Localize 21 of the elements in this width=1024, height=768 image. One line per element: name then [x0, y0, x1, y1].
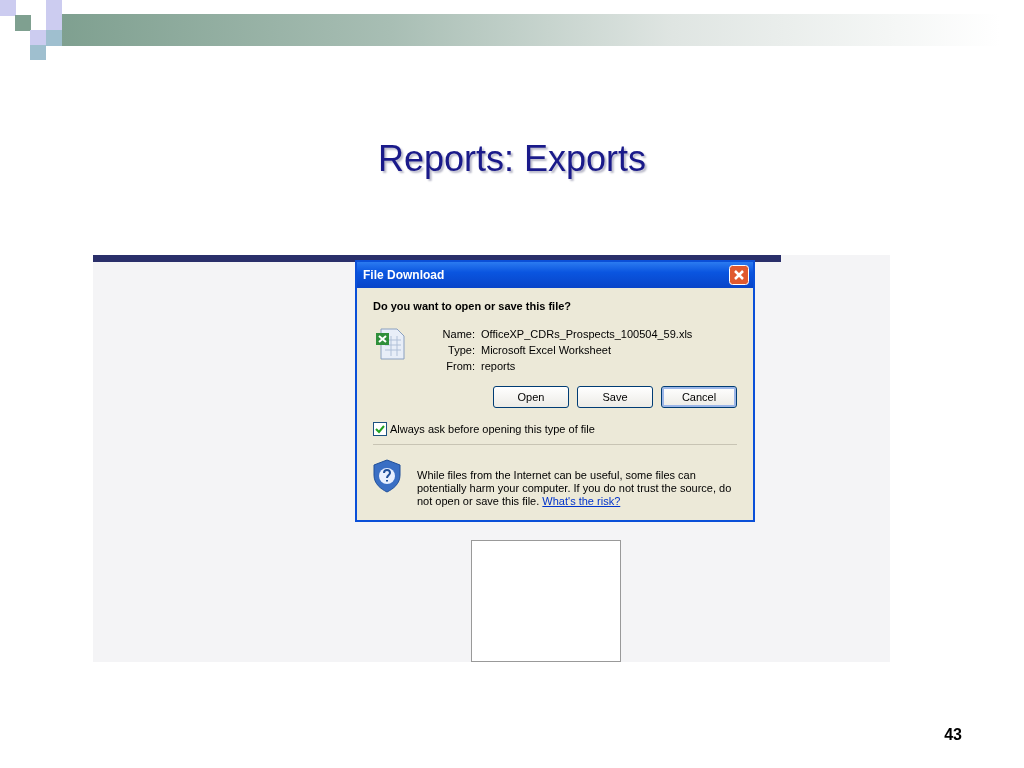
field-label: Name:	[441, 328, 475, 340]
checkbox-label: Always ask before opening this type of file	[390, 423, 595, 435]
page-number: 43	[944, 726, 962, 744]
risk-link[interactable]: What's the risk?	[542, 495, 621, 507]
field-label: Type:	[447, 344, 475, 356]
dialog-button[interactable]: Cancel	[661, 386, 737, 408]
dialog-button[interactable]: Open	[493, 386, 569, 408]
field-label: From:	[445, 360, 475, 372]
slide-title: Reports: Exports	[376, 138, 648, 180]
checker-decoration-icon	[0, 0, 62, 60]
dialog-question: Do you want to open or save this file?	[373, 300, 573, 312]
shield-question-icon	[373, 459, 401, 493]
checkbox[interactable]	[373, 422, 387, 436]
warning-text: While files from the Internet can be useful, some files can potentially harm your computer. If you do not trust the source, do not open or save this file. What's the risk?	[417, 469, 733, 508]
field-value: reports	[481, 360, 516, 372]
dialog-title: File Download	[363, 268, 445, 282]
spreadsheet-file-icon	[375, 328, 405, 360]
close-icon[interactable]	[729, 265, 749, 285]
field-value: OfficeXP_CDRs_Prospects_100504_59.xls	[481, 328, 693, 340]
dialog-button[interactable]: Save	[577, 386, 653, 408]
field-value: Microsoft Excel Worksheet	[481, 344, 611, 356]
